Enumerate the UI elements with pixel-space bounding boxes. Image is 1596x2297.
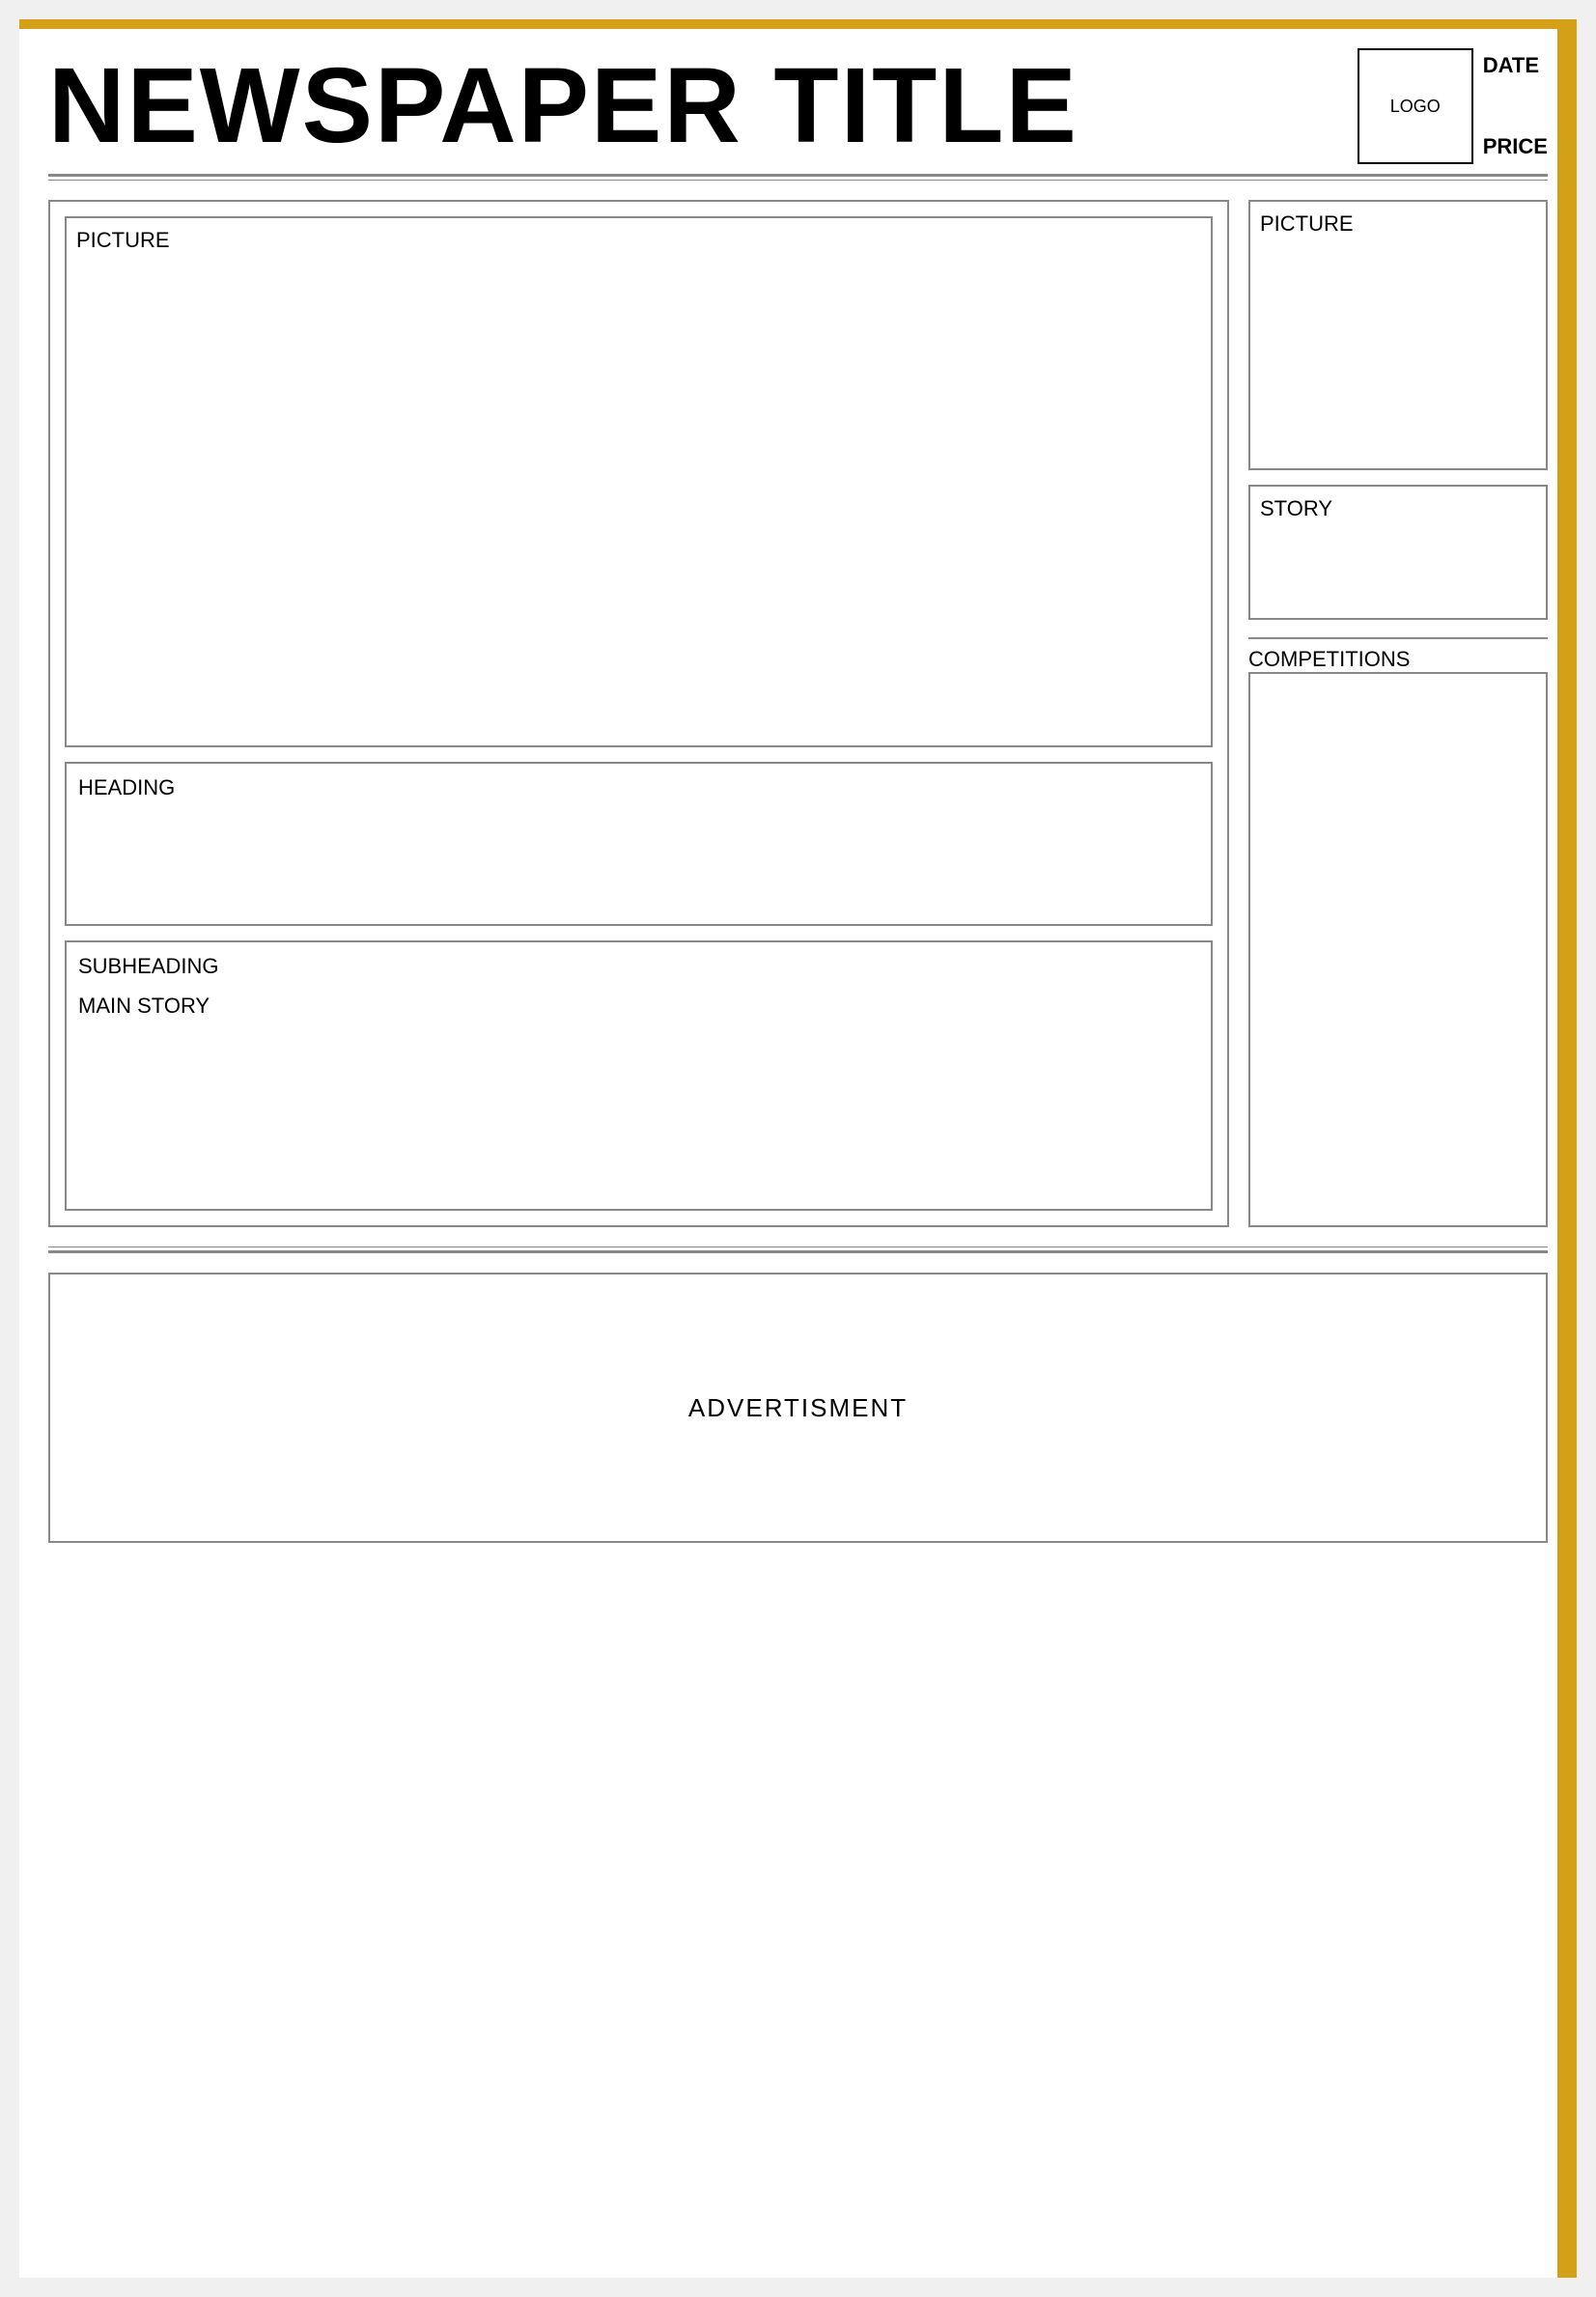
date-label: DATE [1483,53,1548,78]
main-picture-label: PICTURE [76,228,170,253]
heading-box: HEADING [65,762,1213,926]
date-price: DATE PRICE [1483,48,1548,164]
competitions-label: COMPETITIONS [1248,647,1410,671]
advertisement-box: ADVERTISMENT [48,1273,1548,1543]
side-divider [1248,637,1548,639]
newspaper-page: NEWSPAPER TITLE LOGO DATE PRICE PICTURE … [19,19,1577,2278]
header-right: LOGO DATE PRICE [1358,48,1548,164]
bottom-rule [48,1247,1548,1253]
header-rule-line1 [48,174,1548,177]
header-rule [48,174,1548,181]
side-picture-label: PICTURE [1260,211,1354,236]
header: NEWSPAPER TITLE LOGO DATE PRICE [19,29,1577,174]
main-picture-box: PICTURE [65,216,1213,747]
top-accent-bar [19,19,1577,29]
header-rule-line2 [48,180,1548,181]
main-story-label: MAIN STORY [78,994,1199,1019]
left-column: PICTURE HEADING SUBHEADING MAIN STORY [48,200,1229,1227]
main-content: PICTURE HEADING SUBHEADING MAIN STORY PI… [48,200,1548,1227]
advertisement-label: ADVERTISMENT [688,1393,908,1423]
logo-label: LOGO [1390,97,1441,117]
price-label: PRICE [1483,134,1548,159]
competitions-label-wrapper: COMPETITIONS [1248,647,1548,672]
subheading-box: SUBHEADING MAIN STORY [65,940,1213,1211]
bottom-rule-line2 [48,1250,1548,1253]
side-picture-box: PICTURE [1248,200,1548,470]
right-column: PICTURE STORY COMPETITIONS [1248,200,1548,1227]
newspaper-title: NEWSPAPER TITLE [48,53,1358,159]
competitions-box [1248,672,1548,1227]
subheading-label: SUBHEADING [78,954,1199,979]
story-label: STORY [1260,496,1332,520]
story-box: STORY [1248,485,1548,620]
heading-label: HEADING [78,775,175,799]
right-accent-bar [1557,19,1577,2278]
logo-box: LOGO [1358,48,1473,164]
